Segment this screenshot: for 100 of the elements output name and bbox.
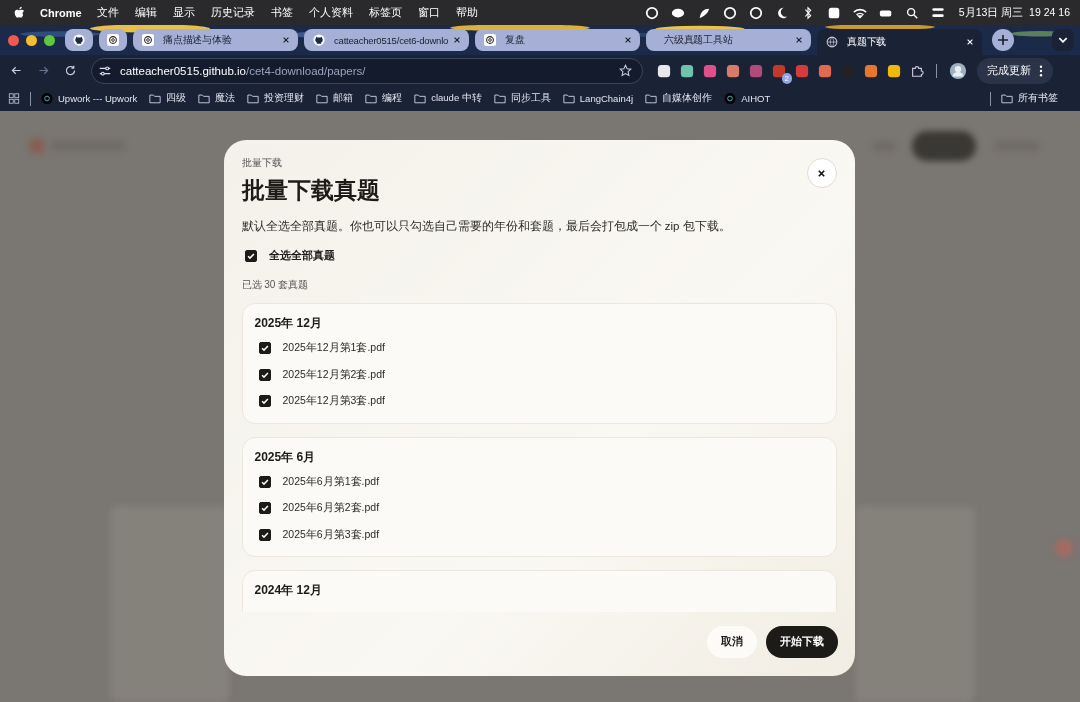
group-title: 2024年 12月 bbox=[254, 582, 323, 599]
bookmark-item[interactable]: 四级 bbox=[149, 92, 187, 105]
folder-icon bbox=[149, 93, 162, 104]
file-checkbox[interactable] bbox=[258, 342, 271, 355]
browser-tab[interactable]: 复盘 bbox=[475, 29, 640, 51]
puzzle-icon[interactable] bbox=[910, 63, 924, 78]
select-all-checkbox[interactable] bbox=[244, 249, 257, 262]
dialog-title: 批量下载真题 bbox=[241, 176, 380, 205]
file-name: 2025年12月第1套.pdf bbox=[282, 341, 385, 356]
close-window-button[interactable] bbox=[8, 34, 19, 46]
knot-logo-icon bbox=[107, 34, 119, 46]
close-tab-icon[interactable] bbox=[282, 36, 290, 44]
browser-tab[interactable]: 痛点描述与体验 bbox=[133, 29, 298, 51]
search-icon[interactable] bbox=[904, 5, 919, 20]
menu-item[interactable]: 个人资料 bbox=[308, 5, 353, 20]
apple-icon[interactable] bbox=[14, 5, 26, 20]
folder-icon bbox=[247, 93, 260, 104]
extension-icon[interactable] bbox=[657, 63, 671, 78]
menu-item[interactable]: 帮助 bbox=[455, 5, 478, 20]
cat-logo-icon bbox=[73, 34, 85, 46]
file-name: 2025年6月第2套.pdf bbox=[282, 501, 380, 516]
folder-icon bbox=[316, 93, 329, 104]
group-title: 2025年 6月 bbox=[254, 448, 317, 466]
extension-icon[interactable] bbox=[726, 63, 740, 78]
cat-logo-icon bbox=[313, 34, 325, 46]
bookmark-item[interactable]: AIHOT bbox=[724, 93, 771, 104]
extension-icon[interactable] bbox=[772, 63, 786, 78]
dialog-description: 默认全选全部真题。你也可以只勾选自己需要的年份和套题，最后会打包成一个 zip 包下载。 bbox=[241, 219, 732, 234]
bookmark-item[interactable]: 自媒体创作 bbox=[645, 92, 713, 105]
file-name: 2025年12月第3套.pdf bbox=[282, 394, 385, 409]
selected-count: 已选 30 套真题 bbox=[241, 278, 310, 292]
bookmark-item[interactable]: claude 中转 bbox=[414, 92, 482, 105]
apps-grid-icon[interactable] bbox=[8, 93, 20, 104]
back-icon[interactable] bbox=[10, 64, 23, 77]
bookmark-item[interactable]: 编程 bbox=[365, 92, 403, 105]
menu-item[interactable]: 文件 bbox=[96, 5, 119, 20]
file-checkbox[interactable] bbox=[258, 368, 271, 381]
menu-item[interactable]: 历史记录 bbox=[210, 5, 255, 20]
browser-tab[interactable]: 真题下载 bbox=[817, 29, 982, 55]
notification-badge: 2 bbox=[781, 72, 792, 84]
profile-avatar-icon[interactable] bbox=[949, 61, 967, 80]
file-checkbox[interactable] bbox=[258, 395, 271, 408]
file-checkbox[interactable] bbox=[258, 475, 271, 488]
menu-item[interactable]: 标签页 bbox=[368, 5, 402, 20]
more-icon[interactable] bbox=[1039, 64, 1043, 77]
site-logo-icon bbox=[724, 93, 737, 104]
start-download-button[interactable]: 开始下载 bbox=[765, 626, 838, 658]
bookmark-item[interactable]: 邮箱 bbox=[316, 92, 354, 105]
bookmark-item[interactable]: LangChain4j bbox=[562, 93, 634, 104]
site-settings-icon[interactable] bbox=[98, 63, 112, 78]
minimize-window-button[interactable] bbox=[26, 34, 37, 46]
dialog-eyebrow: 批量下载 bbox=[241, 157, 283, 170]
file-name: 2025年6月第1套.pdf bbox=[282, 474, 380, 489]
close-button[interactable] bbox=[806, 158, 837, 188]
browser-tab[interactable] bbox=[65, 29, 93, 51]
file-checkbox[interactable] bbox=[258, 502, 271, 515]
file-name: 2025年12月第2套.pdf bbox=[282, 367, 385, 382]
new-tab-button[interactable] bbox=[992, 29, 1014, 51]
checkbox-label: 全选全部真题 bbox=[268, 248, 335, 263]
extension-icon[interactable] bbox=[887, 63, 901, 78]
tab-search-button[interactable] bbox=[1052, 29, 1074, 51]
browser-tab[interactable]: 六级真题工具站 bbox=[646, 29, 811, 51]
folder-icon bbox=[198, 93, 211, 104]
star-icon[interactable] bbox=[619, 64, 632, 77]
reload-icon[interactable] bbox=[64, 64, 77, 77]
browser-tab[interactable]: catteacher0515/cet6-downlo bbox=[304, 29, 469, 51]
app-menu[interactable]: Chrome bbox=[40, 6, 82, 19]
folder-icon bbox=[1001, 93, 1013, 104]
bookmark-item[interactable]: 投资理财 bbox=[247, 92, 305, 105]
folder-icon bbox=[365, 93, 378, 104]
close-icon[interactable] bbox=[817, 168, 826, 178]
bookmark-item[interactable]: Upwork --- Upwork bbox=[41, 93, 138, 104]
file-name: 2025年6月第3套.pdf bbox=[282, 527, 380, 542]
bookmark-item[interactable]: 魔法 bbox=[198, 92, 236, 105]
close-tab-icon[interactable] bbox=[795, 36, 803, 44]
zoom-window-button[interactable] bbox=[44, 34, 55, 46]
menu-bar-clock[interactable]: 5月13日 周三 19 24 16 bbox=[958, 5, 1070, 20]
extension-icon[interactable] bbox=[864, 63, 878, 78]
close-tab-icon[interactable] bbox=[453, 36, 461, 44]
extension-icon[interactable] bbox=[680, 63, 694, 78]
update-button[interactable]: 完成更新 bbox=[977, 57, 1053, 84]
cancel-button[interactable]: 取消 bbox=[706, 626, 757, 658]
bookmark-item[interactable]: 同步工具 bbox=[493, 92, 551, 105]
forward-icon[interactable] bbox=[37, 64, 50, 77]
folder-icon bbox=[493, 93, 506, 104]
group-title: 2025年 12月 bbox=[254, 315, 323, 332]
knot-logo-icon bbox=[484, 34, 496, 46]
close-tab-icon[interactable] bbox=[624, 36, 632, 44]
menu-item[interactable]: 书签 bbox=[270, 5, 293, 20]
file-checkbox[interactable] bbox=[258, 528, 271, 541]
menu-item[interactable]: 编辑 bbox=[134, 5, 157, 20]
knot-logo-icon bbox=[142, 34, 154, 46]
bookmark-item[interactable]: 所有书签 bbox=[1001, 92, 1058, 105]
site-logo-icon bbox=[41, 93, 53, 104]
folder-icon bbox=[562, 93, 575, 104]
menu-item[interactable]: 窗口 bbox=[417, 5, 440, 20]
address-bar[interactable]: catteacher0515.github.io/cet4-download/papers/ bbox=[91, 57, 643, 84]
browser-tab[interactable] bbox=[99, 29, 127, 51]
folder-icon bbox=[414, 93, 427, 104]
menu-item[interactable]: 显示 bbox=[172, 5, 195, 20]
